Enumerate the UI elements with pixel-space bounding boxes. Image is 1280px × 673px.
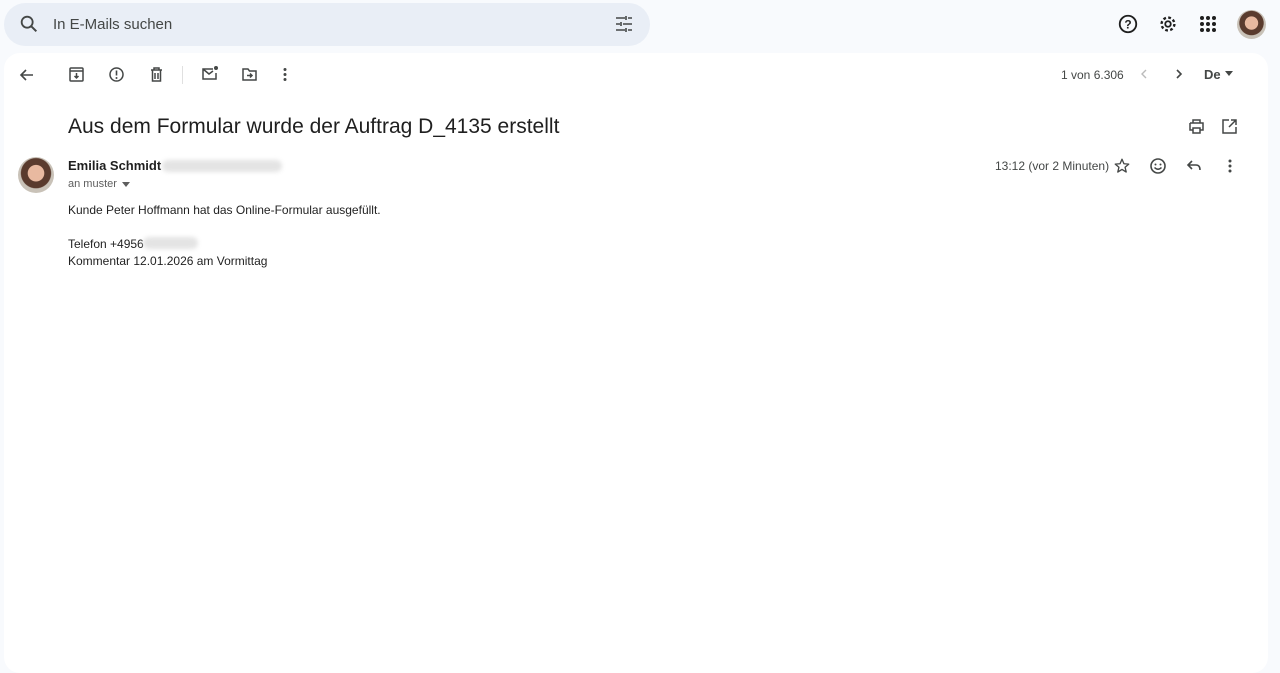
email-timestamp: 13:12 (vor 2 Minuten) (995, 159, 1110, 173)
search-input[interactable]: In E-Mails suchen (53, 16, 172, 33)
search-bar[interactable]: In E-Mails suchen (4, 3, 650, 46)
email-body: Kunde Peter Hoffmann hat das Online-Form… (68, 202, 381, 270)
body-line-phone: Telefon +4956 (68, 237, 144, 251)
recipient-details[interactable]: an muster (68, 178, 117, 190)
next-chevron-icon[interactable] (1172, 67, 1186, 81)
more-vert-icon[interactable] (277, 66, 293, 83)
caret-down-icon[interactable] (1225, 71, 1233, 76)
recipient-caret-icon[interactable] (122, 182, 130, 187)
reply-icon[interactable] (1185, 157, 1203, 175)
emoji-reaction-icon[interactable] (1149, 157, 1167, 175)
back-arrow-icon[interactable] (18, 66, 36, 84)
phone-redacted (143, 237, 198, 249)
body-blank-line (68, 219, 381, 236)
input-language-selector[interactable]: De (1204, 67, 1221, 82)
email-subject: Aus dem Formular wurde der Auftrag D_413… (68, 115, 560, 138)
svg-text:?: ? (1124, 18, 1131, 32)
move-to-folder-icon[interactable] (241, 66, 258, 83)
sender-name[interactable]: Emilia Schmidt (68, 158, 161, 173)
message-count: 1 von 6.306 (1061, 68, 1124, 82)
sender-avatar[interactable] (18, 157, 54, 193)
email-view (4, 53, 1268, 673)
toolbar-divider (182, 66, 183, 84)
account-avatar[interactable] (1237, 10, 1266, 39)
body-line-comment: Kommentar 12.01.2026 am Vormittag (68, 254, 268, 268)
print-icon[interactable] (1188, 118, 1205, 135)
mark-unread-icon[interactable] (201, 65, 219, 82)
search-icon[interactable] (18, 13, 40, 35)
search-options-icon[interactable] (614, 14, 634, 34)
settings-gear-icon[interactable] (1157, 13, 1179, 35)
sender-email-redacted (162, 160, 282, 172)
body-line: Kunde Peter Hoffmann hat das Online-Form… (68, 203, 381, 217)
archive-icon[interactable] (68, 66, 85, 83)
previous-chevron-icon[interactable] (1137, 67, 1151, 81)
open-in-new-window-icon[interactable] (1221, 118, 1238, 135)
message-more-vert-icon[interactable] (1222, 157, 1238, 175)
report-spam-icon[interactable] (108, 66, 125, 83)
help-icon[interactable]: ? (1117, 13, 1139, 35)
apps-grid-icon[interactable] (1198, 14, 1218, 34)
delete-trash-icon[interactable] (148, 66, 165, 83)
star-icon[interactable] (1113, 157, 1131, 175)
